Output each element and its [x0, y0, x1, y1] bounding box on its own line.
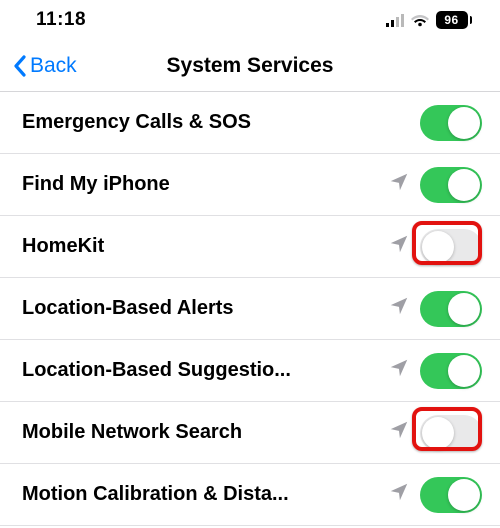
- location-arrow-icon: [388, 357, 410, 384]
- row-label: Location-Based Suggestio...: [22, 359, 388, 382]
- row-label: Motion Calibration & Dista...: [22, 483, 388, 506]
- status-bar: 11:18 96: [0, 0, 500, 40]
- toggle-switch[interactable]: [420, 353, 482, 389]
- battery-level: 96: [436, 11, 468, 29]
- cellular-signal-icon: [386, 13, 404, 27]
- location-arrow-icon: [388, 233, 410, 260]
- row-label: HomeKit: [22, 235, 388, 258]
- location-arrow-icon: [388, 171, 410, 198]
- status-time: 11:18: [36, 9, 86, 31]
- row-label: Emergency Calls & SOS: [22, 111, 420, 134]
- settings-row: Location-Based Suggestio...: [0, 340, 500, 402]
- settings-row: Emergency Calls & SOS: [0, 92, 500, 154]
- location-arrow-icon: [388, 295, 410, 322]
- toggle-switch[interactable]: [420, 167, 482, 203]
- toggle-switch[interactable]: [420, 105, 482, 141]
- toggle-switch[interactable]: [420, 291, 482, 327]
- settings-list: Emergency Calls & SOS Find My iPhone HomeK…: [0, 92, 500, 526]
- settings-row: Find My iPhone: [0, 154, 500, 216]
- row-label: Mobile Network Search: [22, 421, 388, 444]
- back-button[interactable]: Back: [0, 54, 77, 78]
- chevron-left-icon: [12, 54, 28, 78]
- status-right: 96: [386, 11, 473, 29]
- toggle-switch[interactable]: [420, 229, 482, 265]
- settings-row: Motion Calibration & Dista...: [0, 464, 500, 526]
- settings-row: Location-Based Alerts: [0, 278, 500, 340]
- nav-bar: Back System Services: [0, 40, 500, 92]
- row-label: Find My iPhone: [22, 173, 388, 196]
- location-arrow-icon: [388, 419, 410, 446]
- screen: 11:18 96 Back System: [0, 0, 500, 528]
- settings-row: HomeKit: [0, 216, 500, 278]
- toggle-switch[interactable]: [420, 415, 482, 451]
- row-label: Location-Based Alerts: [22, 297, 388, 320]
- back-label: Back: [30, 54, 77, 78]
- battery-icon: 96: [436, 11, 473, 29]
- settings-row: Mobile Network Search: [0, 402, 500, 464]
- location-arrow-icon: [388, 481, 410, 508]
- toggle-switch[interactable]: [420, 477, 482, 513]
- wifi-icon: [410, 13, 430, 27]
